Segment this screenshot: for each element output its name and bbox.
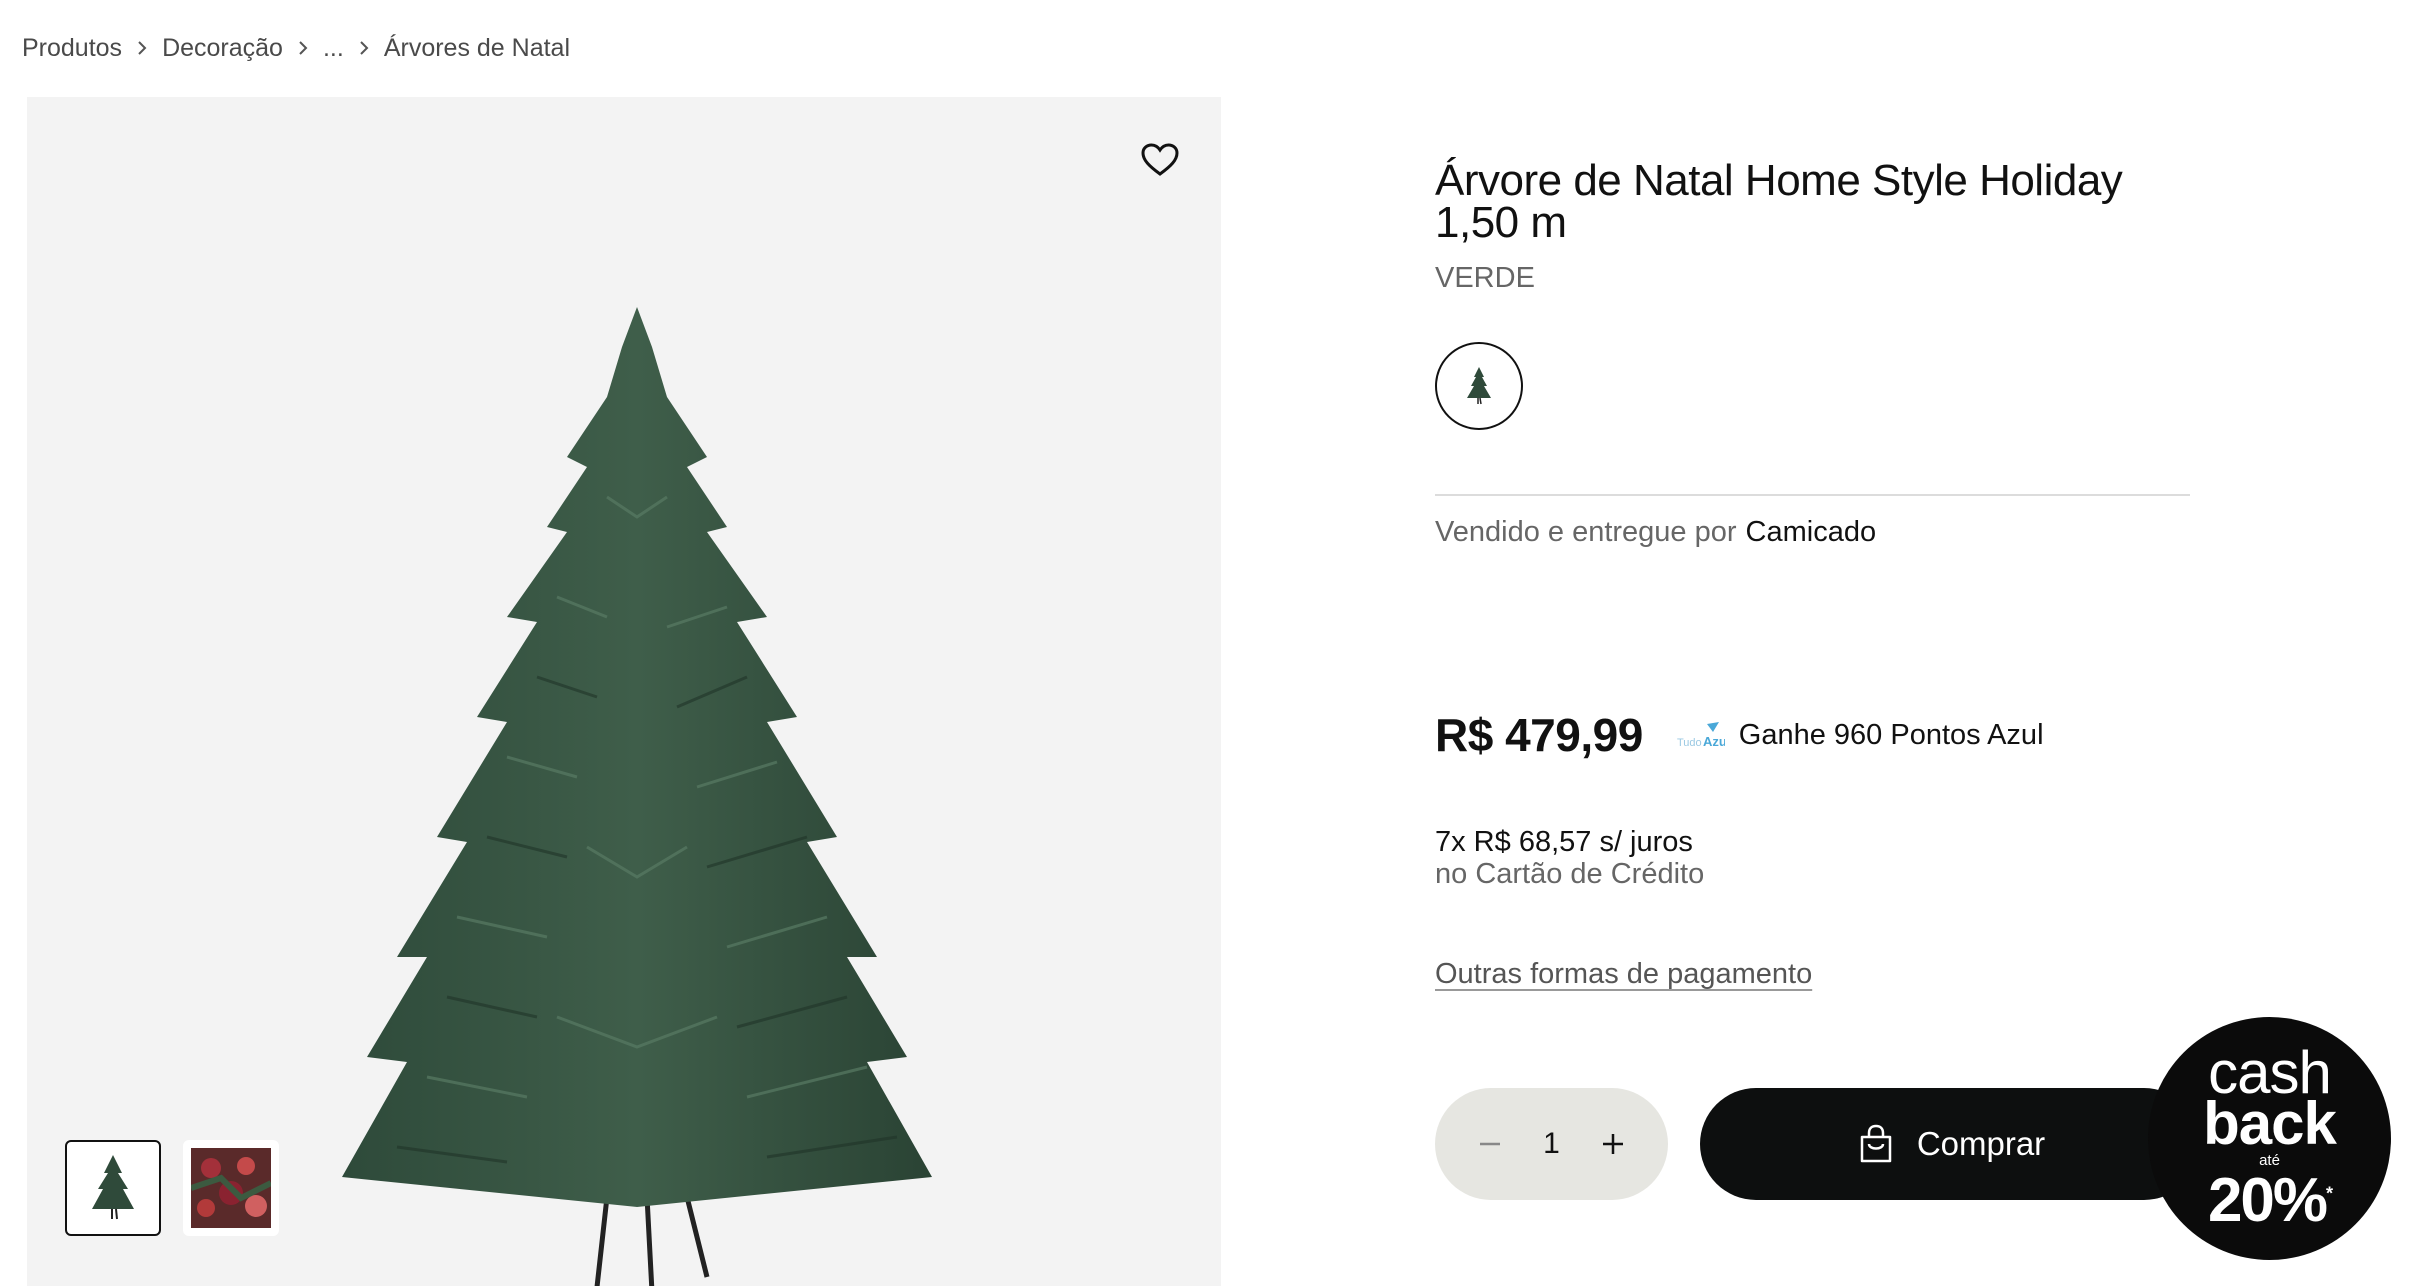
thumbnail-tree[interactable] xyxy=(65,1140,161,1236)
cashback-badge[interactable]: cash back até 20%* xyxy=(2148,1017,2391,1260)
increase-quantity-button[interactable] xyxy=(1598,1129,1628,1159)
thumbnail-decorated-tree[interactable] xyxy=(183,1140,279,1236)
product-price: R$ 479,99 xyxy=(1435,709,1643,761)
breadcrumb: Produtos Decoração ... Árvores de Natal xyxy=(22,30,570,66)
installments-method: no Cartão de Crédito xyxy=(1435,858,1705,890)
seller-prefix: Vendido e entregue por xyxy=(1435,515,1737,548)
minus-icon xyxy=(1480,1142,1500,1146)
chevron-right-icon xyxy=(122,40,162,56)
chevron-right-icon xyxy=(344,40,384,56)
cashback-percent: 20%* xyxy=(2148,1165,2391,1236)
quantity-stepper: 1 xyxy=(1435,1088,1668,1200)
product-title: Árvore de Natal Home Style Holiday 1,50 … xyxy=(1435,156,2123,247)
tree-icon xyxy=(1467,367,1491,405)
selected-color-label: VERDE xyxy=(1435,262,1535,294)
product-main-image[interactable] xyxy=(307,197,967,1286)
svg-text:Azul: Azul xyxy=(1703,734,1725,749)
price-row: R$ 479,99 TudoAzul Ganhe 960 Pontos Azul xyxy=(1435,705,2044,765)
cashback-percent-value: 20% xyxy=(2207,1166,2328,1235)
cashback-line2: back xyxy=(2203,1090,2337,1157)
color-swatch-verde[interactable] xyxy=(1435,342,1523,430)
favorite-button[interactable] xyxy=(1137,137,1183,183)
installments: 7x R$ 68,57 s/ juros xyxy=(1435,826,1693,858)
buy-button-label: Comprar xyxy=(1916,1125,2046,1162)
thumbnail-list xyxy=(65,1140,279,1236)
heart-icon xyxy=(1141,143,1179,176)
breadcrumb-item-arvores-de-natal[interactable]: Árvores de Natal xyxy=(384,34,570,63)
plus-icon xyxy=(1603,1134,1623,1154)
points-info: TudoAzul Ganhe 960 Pontos Azul xyxy=(1677,719,2044,752)
divider xyxy=(1435,494,2190,496)
decrease-quantity-button[interactable] xyxy=(1475,1129,1505,1159)
breadcrumb-item-decoracao[interactable]: Decoração xyxy=(162,34,283,63)
seller-info: Vendido e entregue por Camicado xyxy=(1435,514,1876,550)
product-gallery xyxy=(27,97,1221,1286)
other-payment-methods-link[interactable]: Outras formas de pagamento xyxy=(1435,958,1812,991)
breadcrumb-item-ellipsis[interactable]: ... xyxy=(323,34,344,63)
shopping-bag-icon xyxy=(1860,1124,1892,1163)
cashback-asterisk: * xyxy=(2326,1183,2333,1204)
seller-name: Camicado xyxy=(1745,515,1877,548)
buy-button[interactable]: Comprar xyxy=(1700,1088,2200,1200)
quantity-value: 1 xyxy=(1543,1127,1560,1160)
tudo-azul-logo-icon: TudoAzul xyxy=(1677,720,1725,750)
breadcrumb-item-produtos[interactable]: Produtos xyxy=(22,34,122,63)
points-text: Ganhe 960 Pontos Azul xyxy=(1738,718,2044,751)
svg-text:Tudo: Tudo xyxy=(1677,737,1702,749)
chevron-right-icon xyxy=(283,40,323,56)
